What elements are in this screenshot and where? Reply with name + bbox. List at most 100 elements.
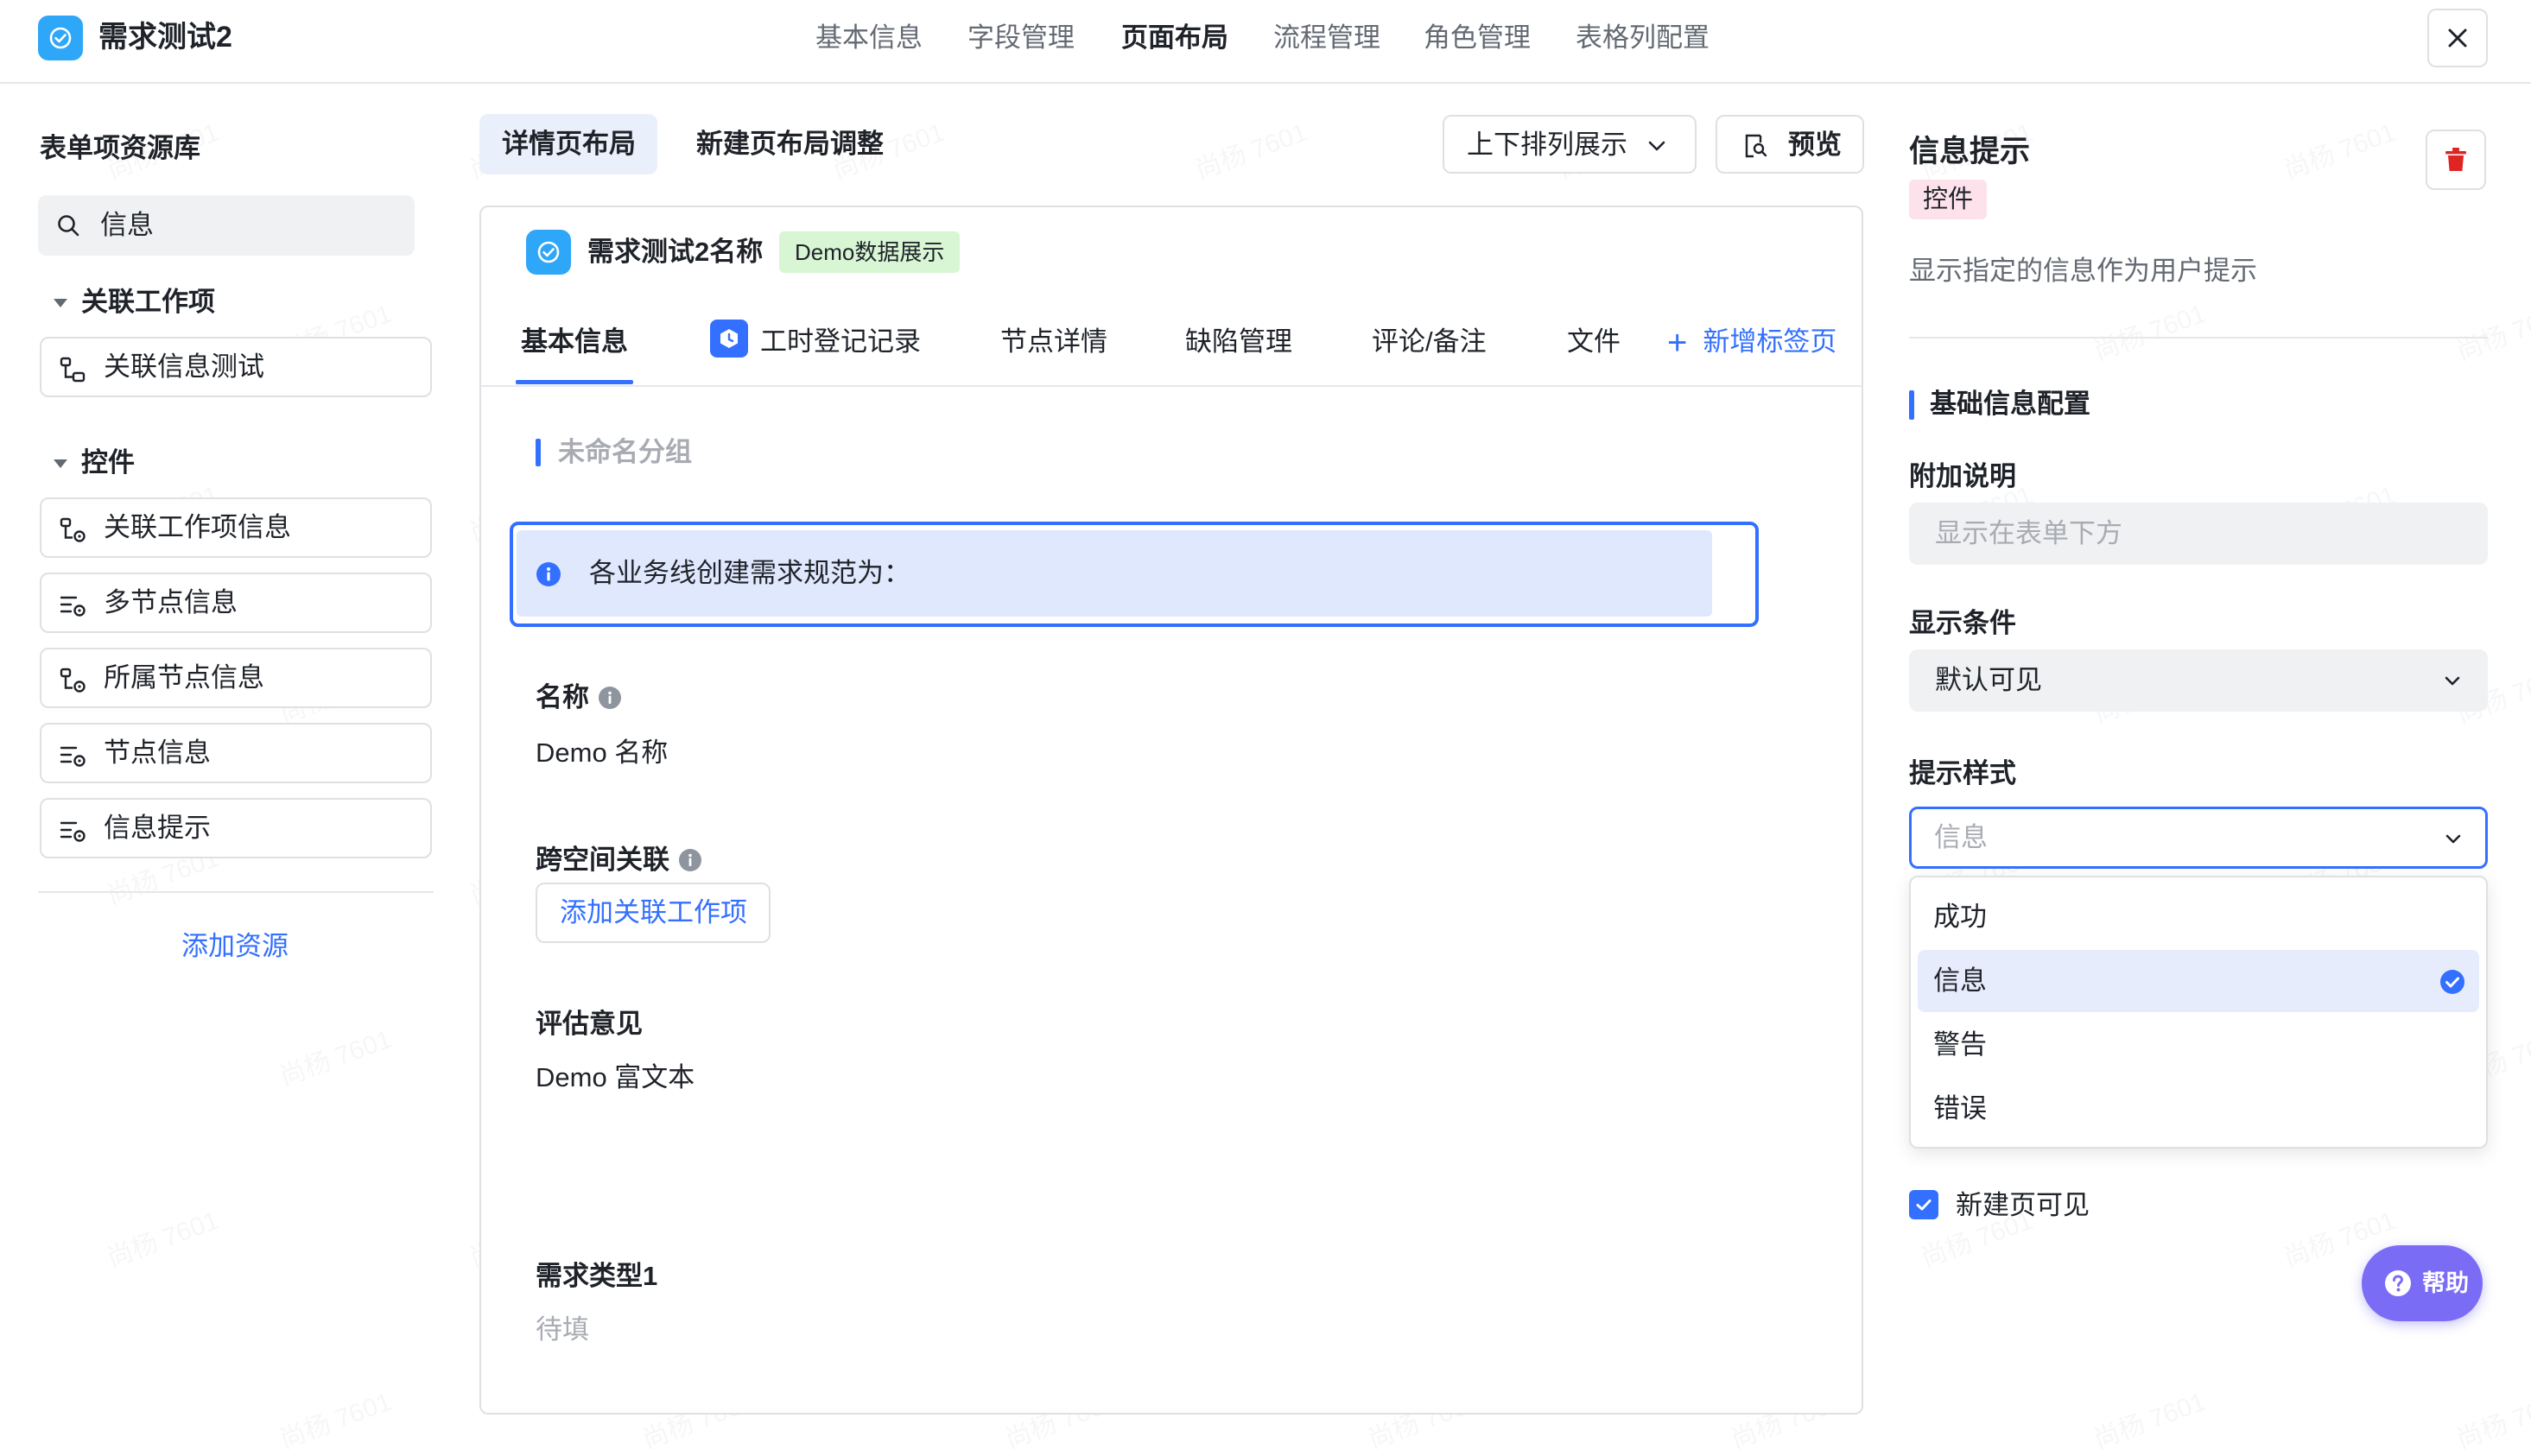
display-condition-select[interactable]: 默认可见: [1909, 649, 2488, 712]
group-controls[interactable]: 控件: [81, 444, 135, 482]
info-tip: 各业务线创建需求规范为：: [517, 530, 1712, 617]
card-tab-basic-info[interactable]: 基本信息: [521, 323, 628, 361]
caret-down-icon[interactable]: [54, 299, 67, 307]
app-title: 需求测试2: [98, 21, 232, 54]
resource-library-title: 表单项资源库: [40, 133, 200, 163]
watermark-text: 尚杨 7601: [1189, 111, 1312, 187]
option-label: 信息: [1933, 965, 1987, 996]
control-description: 显示指定的信息作为用户提示: [1909, 256, 2257, 286]
resource-search-input[interactable]: 信息: [38, 195, 415, 256]
question-icon: [2385, 1270, 2411, 1296]
add-tab-button[interactable]: + 新增标签页: [1667, 323, 1836, 362]
search-icon: [58, 215, 79, 237]
watermark-text: 尚杨 7601: [274, 1017, 396, 1093]
check-circle-icon: [2440, 970, 2464, 994]
field-label-text: 名称: [536, 682, 589, 712]
option-info[interactable]: 信息: [1918, 950, 2479, 1012]
option-error[interactable]: 错误: [1918, 1078, 2479, 1140]
extra-description-input[interactable]: 显示在表单下方: [1909, 503, 2488, 565]
tab-divider: [481, 385, 1862, 387]
active-tab-indicator: [516, 380, 633, 384]
tip-style-select[interactable]: 信息: [1909, 807, 2488, 869]
add-related-workitem-button[interactable]: 添加关联工作项: [536, 883, 771, 943]
resource-item-related-info-test[interactable]: 关联信息测试: [40, 337, 432, 397]
card-tab-time-log[interactable]: 工时登记记录: [760, 323, 921, 361]
chevron-down-icon: [1648, 141, 1665, 151]
section-title-basic-config: 基础信息配置: [1930, 389, 2090, 419]
tab-table-column-config[interactable]: 表格列配置: [1576, 19, 1710, 57]
resource-item-label: 节点信息: [104, 737, 211, 768]
field-label-name: 名称: [536, 679, 622, 717]
resource-item-related-workitem-info[interactable]: 关联工作项信息: [40, 497, 432, 558]
tip-text: 各业务线创建需求规范为：: [589, 558, 910, 588]
new-page-visible-label[interactable]: 新建页可见: [1956, 1187, 2090, 1225]
sort-mode-select[interactable]: 上下排列展示: [1443, 115, 1697, 174]
select-value: 信息: [1934, 822, 1988, 852]
option-warning[interactable]: 警告: [1918, 1014, 2479, 1076]
field-placeholder-requirement-type: 待填: [536, 1314, 589, 1345]
tip-style-dropdown-menu: 成功 信息 警告 错误: [1909, 876, 2488, 1149]
group-marker: [536, 439, 541, 466]
tab-basic-info[interactable]: 基本信息: [815, 19, 923, 57]
button-label: 添加关联工作项: [560, 897, 747, 927]
label-extra-description: 附加说明: [1909, 461, 2016, 491]
watermark-text: 尚杨 7601: [2088, 292, 2211, 368]
preview-icon: [1745, 134, 1767, 158]
watermark-text: 尚杨 7601: [274, 1380, 396, 1456]
watermark-text: 尚杨 7601: [2088, 1380, 2211, 1456]
divider: [38, 891, 434, 893]
watermark-text: 尚杨 7601: [2451, 292, 2531, 368]
preview-button[interactable]: 预览: [1716, 115, 1864, 174]
watermark-text: 尚杨 7601: [101, 1199, 224, 1275]
card-tab-files[interactable]: 文件: [1567, 323, 1621, 361]
resource-item-multi-node-info[interactable]: 多节点信息: [40, 573, 432, 633]
chevron-down-icon: [2445, 676, 2460, 686]
label-display-condition: 显示条件: [1909, 608, 2016, 638]
layout-preview-card: [479, 206, 1863, 1415]
field-label-text: 跨空间关联: [536, 845, 669, 875]
info-icon: [599, 687, 621, 709]
tree-gear-icon: [60, 668, 86, 693]
group-related-workitems[interactable]: 关联工作项: [81, 283, 215, 321]
help-label: 帮助: [2422, 1270, 2469, 1296]
tab-label: 新建页布局调整: [696, 129, 884, 159]
card-tab-comments[interactable]: 评论/备注: [1372, 323, 1487, 361]
tab-detail-layout[interactable]: 详情页布局: [479, 114, 657, 174]
option-success[interactable]: 成功: [1918, 886, 2479, 948]
tab-role-management[interactable]: 角色管理: [1424, 19, 1531, 57]
watermark-text: 尚杨 7601: [2278, 111, 2401, 187]
tab-process-management[interactable]: 流程管理: [1273, 19, 1380, 57]
group-label: 未命名分组: [558, 437, 692, 467]
resource-item-node-owner-info[interactable]: 所属节点信息: [40, 648, 432, 708]
tab-new-page-layout[interactable]: 新建页布局调整: [674, 114, 898, 174]
input-placeholder: 显示在表单下方: [1935, 518, 2122, 548]
option-label: 成功: [1933, 902, 1987, 932]
info-icon: [536, 562, 561, 586]
time-log-icon: [710, 320, 748, 358]
add-resource-link[interactable]: 添加资源: [181, 927, 289, 965]
tab-page-layout[interactable]: 页面布局: [1121, 19, 1228, 57]
add-tab-label: 新增标签页: [1703, 326, 1837, 357]
divider: [1909, 337, 2488, 339]
resource-item-node-info[interactable]: 节点信息: [40, 723, 432, 783]
tab-field-management[interactable]: 字段管理: [967, 19, 1075, 57]
new-page-visible-checkbox[interactable]: [1909, 1190, 1938, 1219]
delete-button[interactable]: [2426, 130, 2486, 190]
resource-item-label: 所属节点信息: [104, 662, 264, 693]
card-tab-defect-management[interactable]: 缺陷管理: [1185, 323, 1292, 361]
app-logo-icon: [526, 230, 571, 275]
caret-down-icon[interactable]: [54, 459, 67, 468]
info-icon: [679, 849, 701, 871]
option-label: 警告: [1933, 1029, 1987, 1060]
list-gear-icon: [60, 821, 86, 842]
card-tab-node-detail[interactable]: 节点详情: [1000, 323, 1107, 361]
close-button[interactable]: [2427, 9, 2488, 67]
resource-item-info-tip[interactable]: 信息提示: [40, 798, 432, 858]
watermark-text: 尚杨 7601: [2451, 1380, 2531, 1456]
card-title: 需求测试2名称: [587, 237, 764, 267]
select-value: 默认可见: [1935, 665, 2042, 695]
plus-icon: +: [1667, 324, 1688, 362]
field-label-evaluation: 评估意见: [536, 1009, 643, 1039]
field-value-evaluation: Demo 富文本: [536, 1062, 695, 1092]
help-button[interactable]: 帮助: [2362, 1245, 2483, 1321]
